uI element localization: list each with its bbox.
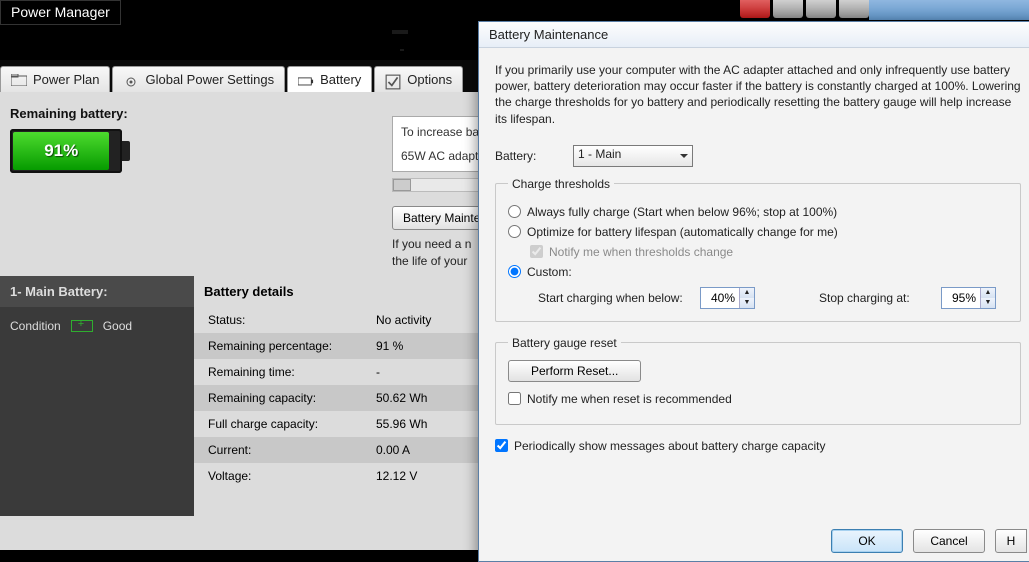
details-row: Full charge capacity:55.96 Wh xyxy=(194,411,480,437)
details-row: Remaining time:- xyxy=(194,359,480,385)
checkbox-notify-reset[interactable]: Notify me when reset is recommended xyxy=(508,392,1008,406)
tab-global-power-settings[interactable]: Global Power Settings xyxy=(112,66,285,92)
tab-label: Global Power Settings xyxy=(145,72,274,87)
condition-label: Condition xyxy=(10,319,61,333)
radio-custom[interactable]: Custom: xyxy=(508,265,1008,279)
details-row: Voltage:12.12 V xyxy=(194,463,480,489)
battery-icon xyxy=(298,74,314,86)
tab-power-plan[interactable]: Power Plan xyxy=(0,66,110,92)
details-value: 91 % xyxy=(376,339,466,353)
start-charging-spinner[interactable]: ▲▼ xyxy=(700,287,755,309)
stop-charging-label: Stop charging at: xyxy=(819,291,929,305)
gauge-reset-legend: Battery gauge reset xyxy=(508,336,621,350)
battery-fill: 91% xyxy=(13,132,109,170)
battery-tip-icon xyxy=(122,141,130,161)
close-stub-icon xyxy=(740,0,770,18)
scroll-thumb[interactable] xyxy=(393,179,411,191)
spin-up-icon[interactable]: ▲ xyxy=(740,288,754,298)
details-value: 50.62 Wh xyxy=(376,391,466,405)
details-row: Remaining capacity:50.62 Wh xyxy=(194,385,480,411)
details-key: Remaining time: xyxy=(208,365,376,379)
details-value: 12.12 V xyxy=(376,469,466,483)
details-value: 0.00 A xyxy=(376,443,466,457)
checkbox-periodic-messages-input[interactable] xyxy=(495,439,508,452)
app-title: Power Manager xyxy=(0,0,121,25)
checkbox-notify-thresholds-label: Notify me when thresholds change xyxy=(549,245,733,259)
start-charging-label: Start charging when below: xyxy=(538,291,688,305)
details-key: Full charge capacity: xyxy=(208,417,376,431)
folder-icon xyxy=(11,74,27,86)
details-key: Status: xyxy=(208,313,376,327)
checkbox-periodic-messages-label: Periodically show messages about battery… xyxy=(514,439,826,453)
checkbox-notify-reset-label: Notify me when reset is recommended xyxy=(527,392,732,406)
radio-custom-label: Custom: xyxy=(527,265,572,279)
tab-battery[interactable]: Battery xyxy=(287,66,372,92)
dialog-footer: OK Cancel H xyxy=(831,529,1027,553)
condition-value: Good xyxy=(103,319,132,333)
battery-select-label: Battery: xyxy=(495,149,555,163)
checkbox-periodic-messages[interactable]: Periodically show messages about battery… xyxy=(495,439,1021,453)
tab-label: Options xyxy=(407,72,452,87)
tab-label: Battery xyxy=(320,72,361,87)
dialog-title: Battery Maintenance xyxy=(479,22,1029,48)
radio-always-full[interactable]: Always fully charge (Start when below 96… xyxy=(508,205,1008,219)
details-value: - xyxy=(376,365,466,379)
spin-down-icon[interactable]: ▼ xyxy=(981,298,995,308)
charge-thresholds-legend: Charge thresholds xyxy=(508,177,614,191)
radio-optimize[interactable]: Optimize for battery lifespan (automatic… xyxy=(508,225,1008,239)
dialog-intro-text: If you primarily use your computer with … xyxy=(495,62,1021,127)
tab-bar: Power Plan Global Power Settings Battery… xyxy=(0,60,480,92)
battery-percent-text: 91% xyxy=(44,141,78,161)
min-stub-icon xyxy=(773,0,803,18)
battery-lower-panel: 1- Main Battery: Condition Good Battery … xyxy=(0,276,480,516)
titlebar-ribbon xyxy=(869,0,1029,20)
tab-label: Power Plan xyxy=(33,72,99,87)
details-value: No activity xyxy=(376,313,466,327)
help-button[interactable]: H xyxy=(995,529,1027,553)
details-key: Remaining percentage: xyxy=(208,339,376,353)
radio-optimize-input[interactable] xyxy=(508,225,521,238)
tab-options[interactable]: Options xyxy=(374,66,463,92)
condition-row: Condition Good xyxy=(0,307,194,345)
window-controls-stub xyxy=(737,0,869,18)
battery-details: Battery details Status:No activityRemain… xyxy=(194,276,480,516)
details-row: Remaining percentage:91 % xyxy=(194,333,480,359)
checkbox-notify-reset-input[interactable] xyxy=(508,392,521,405)
radio-custom-input[interactable] xyxy=(508,265,521,278)
perform-reset-button[interactable]: Perform Reset... xyxy=(508,360,641,382)
radio-always-full-input[interactable] xyxy=(508,205,521,218)
battery-maintenance-dialog: Battery Maintenance If you primarily use… xyxy=(478,21,1029,562)
stop-charging-input[interactable] xyxy=(942,288,980,308)
stop-charging-spinner[interactable]: ▲▼ xyxy=(941,287,996,309)
radio-always-full-label: Always fully charge (Start when below 96… xyxy=(527,205,837,219)
details-key: Remaining capacity: xyxy=(208,391,376,405)
details-row: Current:0.00 A xyxy=(194,437,480,463)
check-icon xyxy=(385,74,401,86)
details-header: Battery details xyxy=(194,276,480,307)
checkbox-notify-thresholds: Notify me when thresholds change xyxy=(530,245,1008,259)
details-key: Voltage: xyxy=(208,469,376,483)
spin-down-icon[interactable]: ▼ xyxy=(740,298,754,308)
details-key: Current: xyxy=(208,443,376,457)
radio-optimize-label: Optimize for battery lifespan (automatic… xyxy=(527,225,838,239)
close2-stub-icon xyxy=(839,0,869,18)
sidebar-header: 1- Main Battery: xyxy=(0,276,194,307)
battery-gauge-reset-group: Battery gauge reset Perform Reset... Not… xyxy=(495,336,1021,425)
checkbox-notify-thresholds-input xyxy=(530,245,543,258)
details-value: 55.96 Wh xyxy=(376,417,466,431)
battery-maintenance-button[interactable]: Battery Mainte xyxy=(392,206,491,230)
cancel-button[interactable]: Cancel xyxy=(913,529,985,553)
battery-shell: 91% xyxy=(10,129,122,173)
spin-up-icon[interactable]: ▲ xyxy=(981,288,995,298)
charge-thresholds-group: Charge thresholds Always fully charge (S… xyxy=(495,177,1021,322)
ok-button[interactable]: OK xyxy=(831,529,903,553)
battery-select[interactable]: 1 - Main xyxy=(573,145,693,167)
battery-sidebar: 1- Main Battery: Condition Good xyxy=(0,276,194,516)
details-row: Status:No activity xyxy=(194,307,480,333)
start-charging-input[interactable] xyxy=(701,288,739,308)
gear-icon xyxy=(123,74,139,86)
max-stub-icon xyxy=(806,0,836,18)
battery-health-icon xyxy=(71,320,93,332)
